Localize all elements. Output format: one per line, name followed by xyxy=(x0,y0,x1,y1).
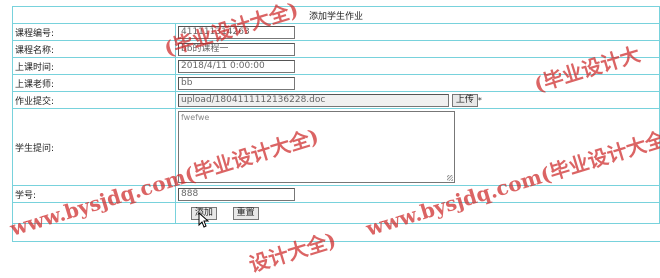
question-label: 学生提问: xyxy=(12,108,176,186)
form-title: 添加学生作业 xyxy=(12,6,660,24)
question-textarea[interactable]: fwefwe xyxy=(178,111,455,183)
course-id-label: 课程编号: xyxy=(12,23,176,41)
upload-row: 作业提交: upload/1804111112136228.doc 上传 * xyxy=(12,91,660,109)
student-id-label: 学号: xyxy=(12,185,176,203)
question-row: 学生提问: fwefwe xyxy=(12,108,660,186)
teacher-row: 上课老师: bb xyxy=(12,74,660,92)
reset-button[interactable]: 重置 xyxy=(232,206,259,220)
upload-button[interactable]: 上传 xyxy=(451,93,478,107)
course-id-input[interactable]: 411111314263 xyxy=(178,25,295,39)
course-name-input[interactable]: bb的课程一 xyxy=(178,42,295,56)
course-name-row: 课程名称: bb的课程一 xyxy=(12,40,660,58)
class-time-input[interactable]: 2018/4/11 0:00:00 xyxy=(178,59,295,73)
add-homework-form: 添加学生作业 课程编号: 411111314263 课程名称: bb的课程一 上… xyxy=(12,6,660,224)
upload-label: 作业提交: xyxy=(12,91,176,109)
course-name-label: 课程名称: xyxy=(12,40,176,58)
teacher-input[interactable]: bb xyxy=(178,76,295,90)
required-mark: * xyxy=(477,95,482,105)
button-row: 添加 重置 xyxy=(12,202,660,224)
question-text: fwefwe xyxy=(181,113,210,122)
class-time-label: 上课时间: xyxy=(12,57,176,75)
resize-handle[interactable] xyxy=(447,175,453,181)
student-id-input[interactable]: 888 xyxy=(178,187,295,201)
empty-cell xyxy=(12,202,176,224)
upload-path-input[interactable]: upload/1804111112136228.doc xyxy=(178,93,449,107)
class-time-row: 上课时间: 2018/4/11 0:00:00 xyxy=(12,57,660,75)
form-bottom-border xyxy=(12,241,660,242)
teacher-label: 上课老师: xyxy=(12,74,176,92)
course-id-row: 课程编号: 411111314263 xyxy=(12,23,660,41)
student-id-row: 学号: 888 xyxy=(12,185,660,203)
mouse-pointer-icon xyxy=(198,212,210,228)
